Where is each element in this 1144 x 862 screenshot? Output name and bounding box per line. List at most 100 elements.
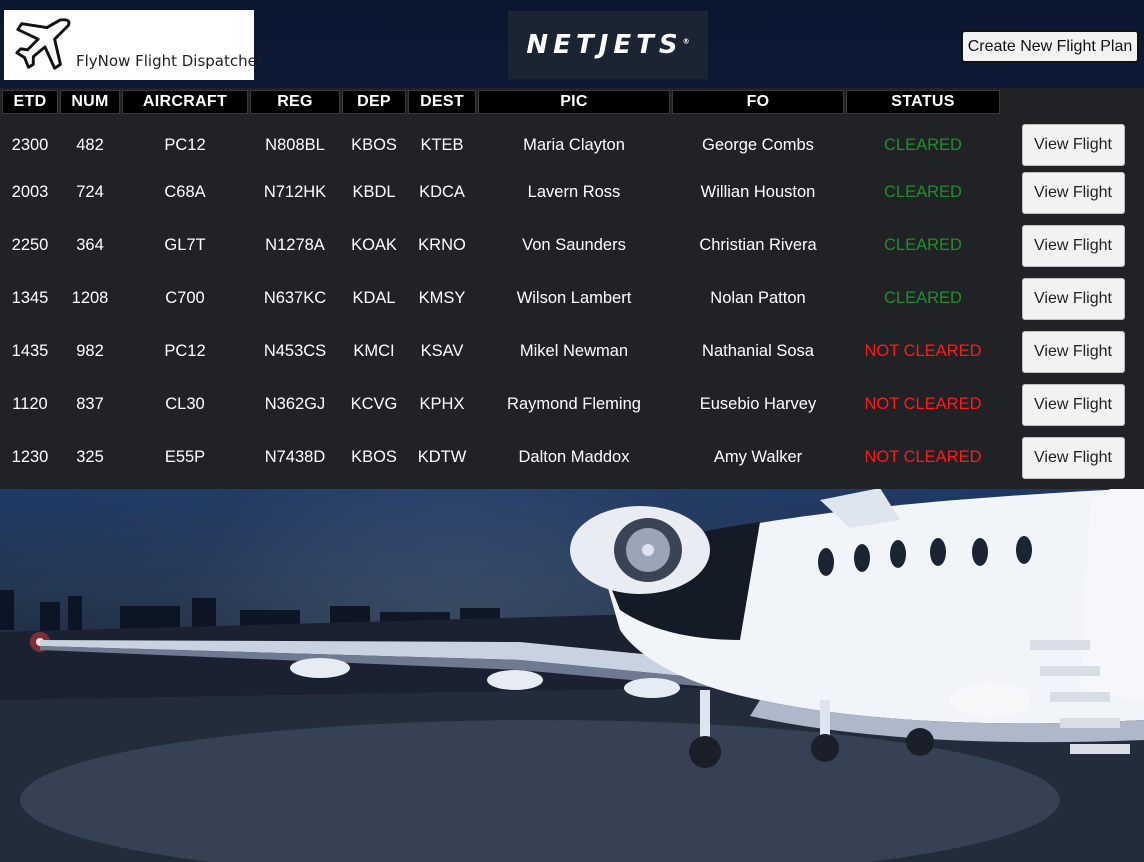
cell-status: CLEARED — [884, 236, 962, 254]
app-logo[interactable]: FlyNow Flight Dispatcher — [4, 10, 263, 80]
cell-dep: KMCI — [353, 342, 395, 360]
table-row: 1345 1208 C700 N637KC KDAL KMSY Wilson L… — [2, 272, 1128, 325]
cell-aircraft: PC12 — [164, 342, 206, 360]
cell-num: 364 — [76, 236, 104, 254]
cell-aircraft: CL30 — [165, 395, 205, 413]
cell-dep: KBOS — [351, 448, 397, 466]
cell-status: CLEARED — [884, 289, 962, 307]
table-row: 1120 837 CL30 N362GJ KCVG KPHX Raymond F… — [2, 378, 1128, 431]
cell-etd: 2300 — [11, 135, 49, 154]
cell-pic: Raymond Fleming — [507, 395, 641, 413]
cell-fo: Eusebio Harvey — [699, 395, 817, 413]
column-header-reg: REG — [250, 90, 340, 114]
cell-fo: Christian Rivera — [699, 236, 817, 254]
cell-status: CLEARED — [884, 135, 962, 154]
cell-action: View Flight — [1002, 114, 1128, 166]
cell-dest: KSAV — [420, 342, 464, 360]
cell-fo: Amy Walker — [713, 448, 803, 466]
cell-etd: 2003 — [11, 183, 49, 201]
table-header-row: ETD NUM AIRCRAFT REG DEP DEST PIC FO STA… — [2, 90, 1128, 114]
view-flight-button[interactable]: View Flight — [1021, 330, 1125, 373]
view-flight-button[interactable]: View Flight — [1021, 383, 1125, 426]
table-row: 1230 325 E55P N7438D KBOS KDTW Dalton Ma… — [2, 431, 1128, 484]
view-flight-button[interactable]: View Flight — [1021, 224, 1125, 267]
column-header-aircraft: AIRCRAFT — [122, 90, 248, 114]
cell-pic: Von Saunders — [522, 236, 626, 254]
cell-fo: Willian Houston — [700, 183, 816, 201]
cell-etd: 1120 — [12, 395, 48, 413]
cell-status: CLEARED — [884, 183, 962, 201]
cell-dep: KBOS — [351, 135, 397, 154]
cell-action: View Flight — [1002, 378, 1128, 431]
cell-num: 482 — [76, 135, 104, 154]
create-flight-plan-button[interactable]: Create New Flight Plan — [961, 30, 1139, 63]
cell-dep: KOAK — [351, 236, 397, 254]
brand-wordmark: NETJETS® — [526, 30, 689, 60]
column-header-etd: ETD — [2, 90, 58, 114]
cell-dep: KBDL — [352, 183, 396, 201]
column-header-fo: FO — [672, 90, 844, 114]
table-row: 2300 482 PC12 N808BL KBOS KTEB Maria Cla… — [2, 114, 1128, 166]
cell-action: View Flight — [1002, 325, 1128, 378]
cell-reg: N362GJ — [264, 395, 326, 413]
view-flight-button[interactable]: View Flight — [1021, 124, 1125, 166]
cell-etd: 1435 — [11, 342, 49, 360]
cell-aircraft: E55P — [164, 448, 206, 466]
cell-reg: N453CS — [263, 342, 327, 360]
cell-status: NOT CLEARED — [864, 395, 982, 413]
netjets-brand: NETJETS® — [508, 11, 708, 79]
cell-aircraft: PC12 — [164, 135, 206, 154]
view-flight-button[interactable]: View Flight — [1021, 436, 1125, 479]
cell-pic: Lavern Ross — [527, 183, 621, 201]
cell-dep: KDAL — [352, 289, 396, 307]
cell-fo: Nathanial Sosa — [702, 342, 814, 360]
cell-aircraft: C700 — [165, 289, 205, 307]
cell-aircraft: C68A — [164, 183, 206, 201]
column-header-num: NUM — [60, 90, 120, 114]
cell-num: 325 — [76, 448, 104, 466]
cell-reg: N637KC — [263, 289, 327, 307]
table-row: 1435 982 PC12 N453CS KMCI KSAV Mikel New… — [2, 325, 1128, 378]
column-header-dest: DEST — [408, 90, 476, 114]
cell-pic: Wilson Lambert — [516, 289, 632, 307]
cell-action: View Flight — [1002, 219, 1128, 272]
view-flight-button[interactable]: View Flight — [1021, 171, 1125, 214]
cell-pic: Maria Clayton — [523, 135, 625, 154]
top-header: FlyNow Flight Dispatcher NETJETS® Create… — [0, 0, 1144, 88]
cell-dest: KPHX — [419, 395, 465, 413]
app-logo-text: FlyNow Flight Dispatcher — [76, 52, 264, 70]
cell-fo: George Combs — [702, 135, 814, 154]
cell-action: View Flight — [1002, 272, 1128, 325]
cell-reg: N808BL — [265, 135, 325, 154]
cell-etd: 1230 — [11, 448, 49, 466]
cell-action: View Flight — [1002, 431, 1128, 484]
view-flight-button[interactable]: View Flight — [1021, 277, 1125, 320]
cell-num: 1208 — [71, 289, 109, 307]
cell-num: 837 — [76, 395, 104, 413]
brand-name: NETJETS — [526, 30, 683, 60]
cell-dep: KCVG — [350, 395, 398, 413]
cell-reg: N1278A — [265, 236, 325, 254]
cell-fo: Nolan Patton — [710, 289, 806, 307]
cell-num: 982 — [76, 342, 104, 360]
flights-table-panel: ETD NUM AIRCRAFT REG DEP DEST PIC FO STA… — [0, 88, 1144, 489]
column-header-pic: PIC — [478, 90, 670, 114]
cell-dest: KDTW — [417, 448, 467, 466]
cell-num: 724 — [76, 183, 104, 201]
cell-reg: N7438D — [264, 448, 326, 466]
cell-dest: KDCA — [419, 183, 465, 201]
flights-table: ETD NUM AIRCRAFT REG DEP DEST PIC FO STA… — [0, 90, 1130, 484]
column-header-dep: DEP — [342, 90, 406, 114]
airplane-icon — [15, 18, 71, 70]
cell-etd: 2250 — [11, 236, 49, 254]
cell-dest: KRNO — [418, 236, 466, 254]
table-row: 2250 364 GL7T N1278A KOAK KRNO Von Saund… — [2, 219, 1128, 272]
cell-status: NOT CLEARED — [864, 342, 982, 360]
cell-reg: N712HK — [263, 183, 327, 201]
cell-aircraft: GL7T — [164, 236, 206, 254]
registered-mark: ® — [682, 37, 690, 46]
cell-dest: KTEB — [420, 135, 464, 154]
column-header-status: STATUS — [846, 90, 1000, 114]
flight-dispatcher-page: FlyNow Flight Dispatcher NETJETS® Create… — [0, 0, 1144, 862]
cell-status: NOT CLEARED — [864, 448, 982, 466]
